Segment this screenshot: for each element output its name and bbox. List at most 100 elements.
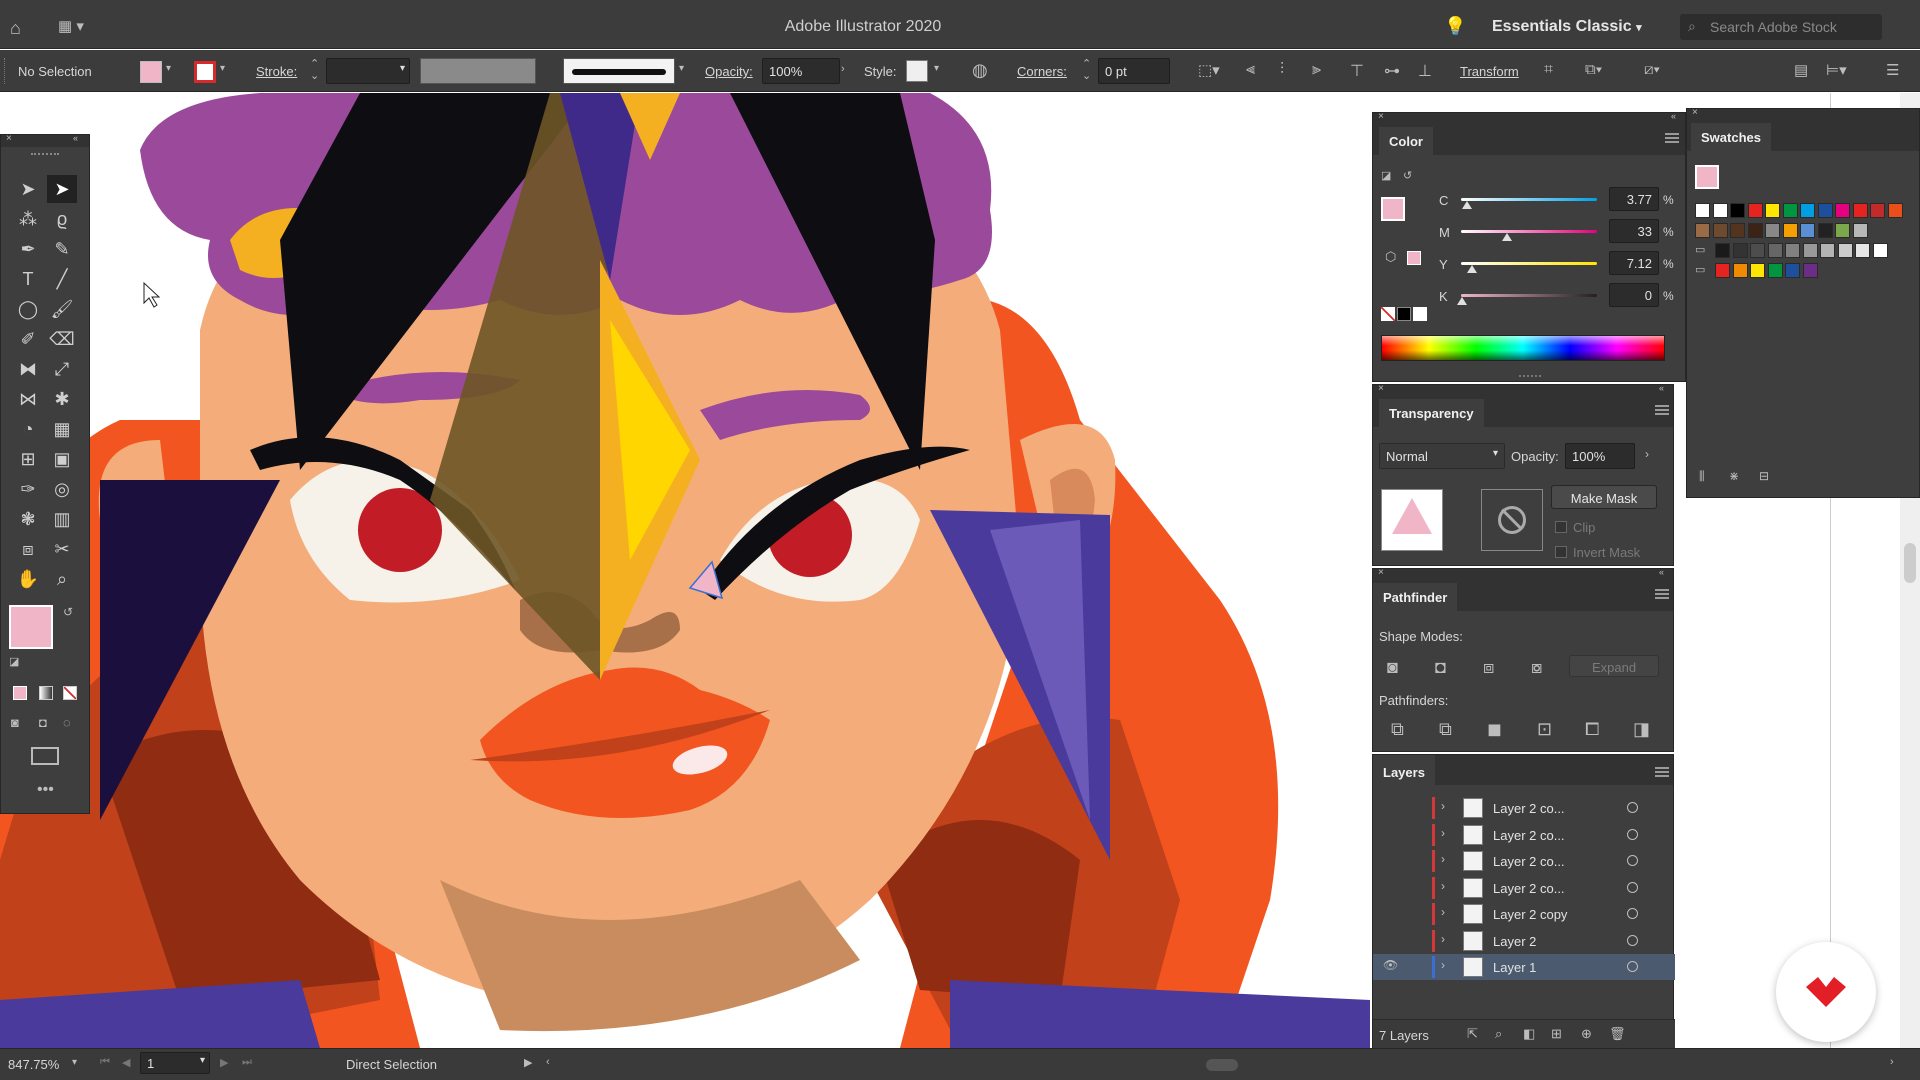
reflect-tool-icon[interactable]: ⧓	[13, 355, 43, 383]
trim-icon[interactable]: ⧉	[1439, 719, 1452, 740]
layer-name[interactable]: Layer 2 co...	[1493, 801, 1565, 816]
swatch[interactable]	[1765, 203, 1780, 218]
blend-mode-select[interactable]: Normal ▾	[1379, 443, 1505, 469]
hscroll-thumb[interactable]	[1206, 1059, 1238, 1071]
swatch[interactable]	[1785, 263, 1800, 278]
transform-icon[interactable]: ⌗	[1544, 61, 1553, 79]
visibility-eye-icon[interactable]: 👁	[1383, 958, 1401, 972]
channel-slider-track[interactable]	[1461, 230, 1597, 233]
close-icon[interactable]: ×	[1378, 111, 1384, 122]
channel-value-field[interactable]: 3.77	[1609, 187, 1659, 211]
channel-value-field[interactable]: 33	[1609, 219, 1659, 243]
swatch[interactable]	[1767, 263, 1783, 278]
line-tool-icon[interactable]: ╱	[47, 265, 77, 293]
draw-behind-icon[interactable]: ◘	[39, 715, 47, 730]
swatch[interactable]	[1732, 243, 1748, 258]
zoom-tool-icon[interactable]: ⌕	[47, 565, 77, 593]
fill-color-box[interactable]	[9, 605, 53, 649]
scroll-thumb[interactable]	[1904, 543, 1916, 583]
swatch[interactable]	[1712, 223, 1728, 238]
swatch[interactable]	[1765, 223, 1780, 238]
lasso-icon[interactable]: ϱ	[47, 205, 77, 233]
tab-swatches[interactable]: Swatches	[1691, 123, 1771, 151]
prev-artboard-icon[interactable]: ◀	[122, 1056, 130, 1069]
default-fill-stroke-icon[interactable]: ◪	[9, 655, 19, 668]
make-mask-button[interactable]: Make Mask	[1551, 485, 1657, 509]
horizontal-scrollbar[interactable]	[560, 1053, 1890, 1075]
selection-tool-icon[interactable]: ➤	[13, 175, 43, 203]
exclude-icon[interactable]: ⧇	[1531, 657, 1542, 678]
resize-grip[interactable]	[1519, 375, 1541, 377]
swatch[interactable]	[1782, 223, 1798, 238]
black-swatch[interactable]	[1397, 307, 1411, 321]
expand-arrow-icon[interactable]: ›	[1441, 905, 1445, 919]
slider-thumb-icon[interactable]	[1502, 233, 1512, 241]
current-tool[interactable]: Direct Selection	[346, 1057, 437, 1072]
layer-name[interactable]: Layer 2 co...	[1493, 828, 1565, 843]
align-right-icon[interactable]: ⫸	[1312, 61, 1321, 79]
minus-back-icon[interactable]: ◨	[1633, 719, 1650, 740]
color-panel-header[interactable]: × «	[1373, 111, 1685, 125]
invert-mask-checkbox[interactable]	[1555, 546, 1567, 558]
next-artboard-icon[interactable]: ▶	[220, 1056, 228, 1069]
close-icon[interactable]: ×	[1692, 107, 1698, 118]
screen-mode-icon[interactable]	[31, 747, 59, 765]
expand-arrow-icon[interactable]: ›	[1441, 958, 1445, 972]
tab-pathfinder[interactable]: Pathfinder	[1373, 583, 1458, 611]
tab-transparency[interactable]: Transparency	[1379, 399, 1484, 427]
blend-tool-icon[interactable]: ◎	[47, 475, 77, 503]
swatch[interactable]	[1820, 243, 1835, 258]
swatch[interactable]	[1715, 263, 1730, 278]
swatch[interactable]	[1872, 243, 1888, 258]
isolate-group-icon[interactable]: ⧉▾	[1585, 61, 1602, 78]
clipping-mask-icon[interactable]: ◧	[1523, 1026, 1535, 1042]
align-middle-icon[interactable]: ⊶	[1384, 61, 1400, 81]
lightbulb-icon[interactable]: 💡	[1444, 16, 1466, 37]
tools-panel-header[interactable]: × «	[1, 133, 89, 147]
channel-slider-track[interactable]	[1461, 198, 1597, 201]
artboard-tool-icon[interactable]: ⧈	[13, 535, 43, 563]
fill-swatch[interactable]	[140, 61, 162, 83]
gradient-mode-icon[interactable]	[39, 686, 53, 700]
none-swatch[interactable]	[1381, 307, 1395, 321]
swatch[interactable]	[1695, 223, 1710, 238]
transparency-opacity-field[interactable]: 100%	[1565, 443, 1635, 469]
target-circle-icon[interactable]	[1627, 908, 1638, 919]
swatch[interactable]	[1817, 203, 1833, 218]
expand-arrow-icon[interactable]: ›	[1441, 879, 1445, 893]
none-mode-icon[interactable]	[63, 686, 77, 700]
unite-icon[interactable]: ◙	[1387, 657, 1398, 678]
swatch-folder-icon[interactable]: ▭	[1695, 263, 1705, 276]
target-circle-icon[interactable]	[1627, 828, 1638, 840]
status-menu-icon[interactable]: ▶	[524, 1056, 532, 1069]
swatch[interactable]	[1802, 243, 1818, 258]
stroke-dropdown-icon[interactable]: ▾	[220, 63, 225, 74]
collapse-icon[interactable]: «	[1671, 111, 1676, 121]
swatch[interactable]	[1750, 263, 1765, 278]
layer-row[interactable]: › Layer 2 co...	[1373, 848, 1675, 874]
swatch[interactable]	[1750, 243, 1765, 258]
swatch[interactable]	[1855, 243, 1870, 258]
layer-row[interactable]: › Layer 2 copy	[1373, 901, 1675, 927]
channel-slider-track[interactable]	[1461, 262, 1597, 265]
stroke-swatch[interactable]	[194, 61, 216, 83]
align-to-icon[interactable]: ⬚▾	[1198, 61, 1220, 79]
panel-menu-icon[interactable]	[1655, 767, 1669, 777]
slice-tool-icon[interactable]: ✂	[47, 535, 77, 563]
slider-thumb-icon[interactable]	[1462, 201, 1472, 209]
shape-builder-icon[interactable]: ◔	[13, 415, 43, 443]
graph-tool-icon[interactable]: ▥	[47, 505, 77, 533]
draw-normal-icon[interactable]: ◙	[11, 715, 19, 730]
swatches-panel-header[interactable]: ×	[1687, 107, 1919, 121]
artboard-number-field[interactable]: 1 ▾	[140, 1052, 210, 1074]
outline-icon[interactable]: ⧠	[1585, 719, 1599, 740]
chevron-right-icon[interactable]: ›	[841, 63, 845, 75]
paintbrush-icon[interactable]: 🖌	[47, 295, 77, 323]
channel-slider-track[interactable]	[1461, 294, 1597, 297]
expand-button[interactable]: Expand	[1569, 655, 1659, 677]
perspective-grid-icon[interactable]: ▦	[47, 415, 77, 443]
panel-menu-icon[interactable]	[1665, 133, 1679, 143]
minus-front-icon[interactable]: ◘	[1435, 657, 1446, 678]
style-dropdown-icon[interactable]: ▾	[934, 63, 939, 74]
stroke-label[interactable]: Stroke:	[256, 64, 297, 79]
